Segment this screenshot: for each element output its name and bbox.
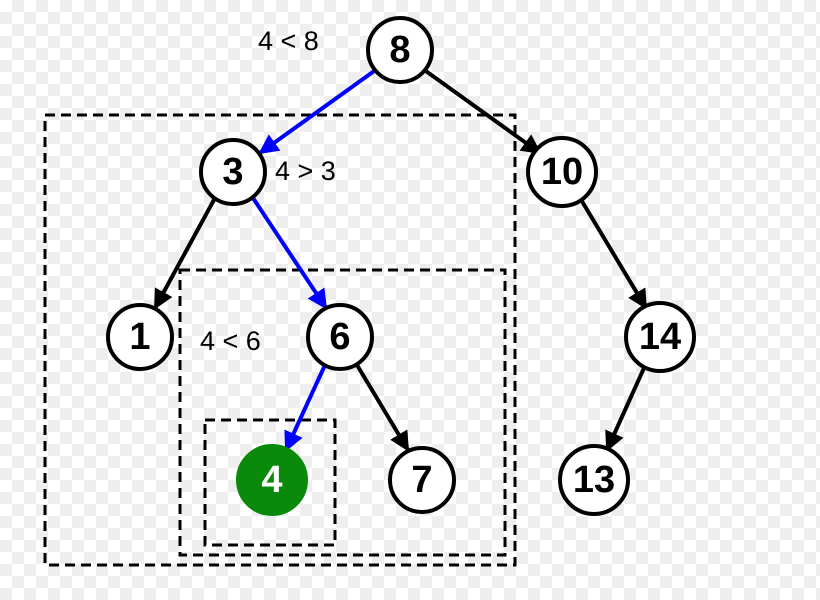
bst-search-diagram: 8 3 10 1 6 14 4 7 13 4 < 8 4 > 3 4 < 6 [0,0,820,600]
node-10: 10 [528,138,596,206]
svg-text:10: 10 [541,151,583,193]
node-4: 4 [238,446,306,514]
edge-10-14 [580,198,646,308]
svg-text:6: 6 [329,316,350,358]
node-1: 1 [108,305,172,369]
svg-text:14: 14 [639,316,681,358]
node-3: 3 [201,140,265,204]
svg-text:7: 7 [411,459,432,501]
comparison-label-n3: 4 > 3 [275,156,336,186]
svg-text:1: 1 [129,316,150,358]
comparison-label-root: 4 < 8 [258,26,319,56]
edge-8-3 [260,69,377,153]
node-14: 14 [626,303,694,371]
svg-text:4: 4 [261,459,282,501]
edge-3-6 [253,198,326,308]
edge-14-13 [607,368,644,450]
node-13: 13 [560,446,628,514]
svg-text:13: 13 [573,459,615,501]
comparison-label-n6: 4 < 6 [200,326,261,356]
edge-6-4 [286,365,325,450]
node-7: 7 [390,448,454,512]
node-6: 6 [308,305,372,369]
svg-text:8: 8 [389,29,410,71]
edge-3-1 [155,198,215,308]
edge-8-10 [423,69,540,153]
edge-6-7 [357,365,408,450]
node-8: 8 [368,18,432,82]
svg-text:3: 3 [222,151,243,193]
